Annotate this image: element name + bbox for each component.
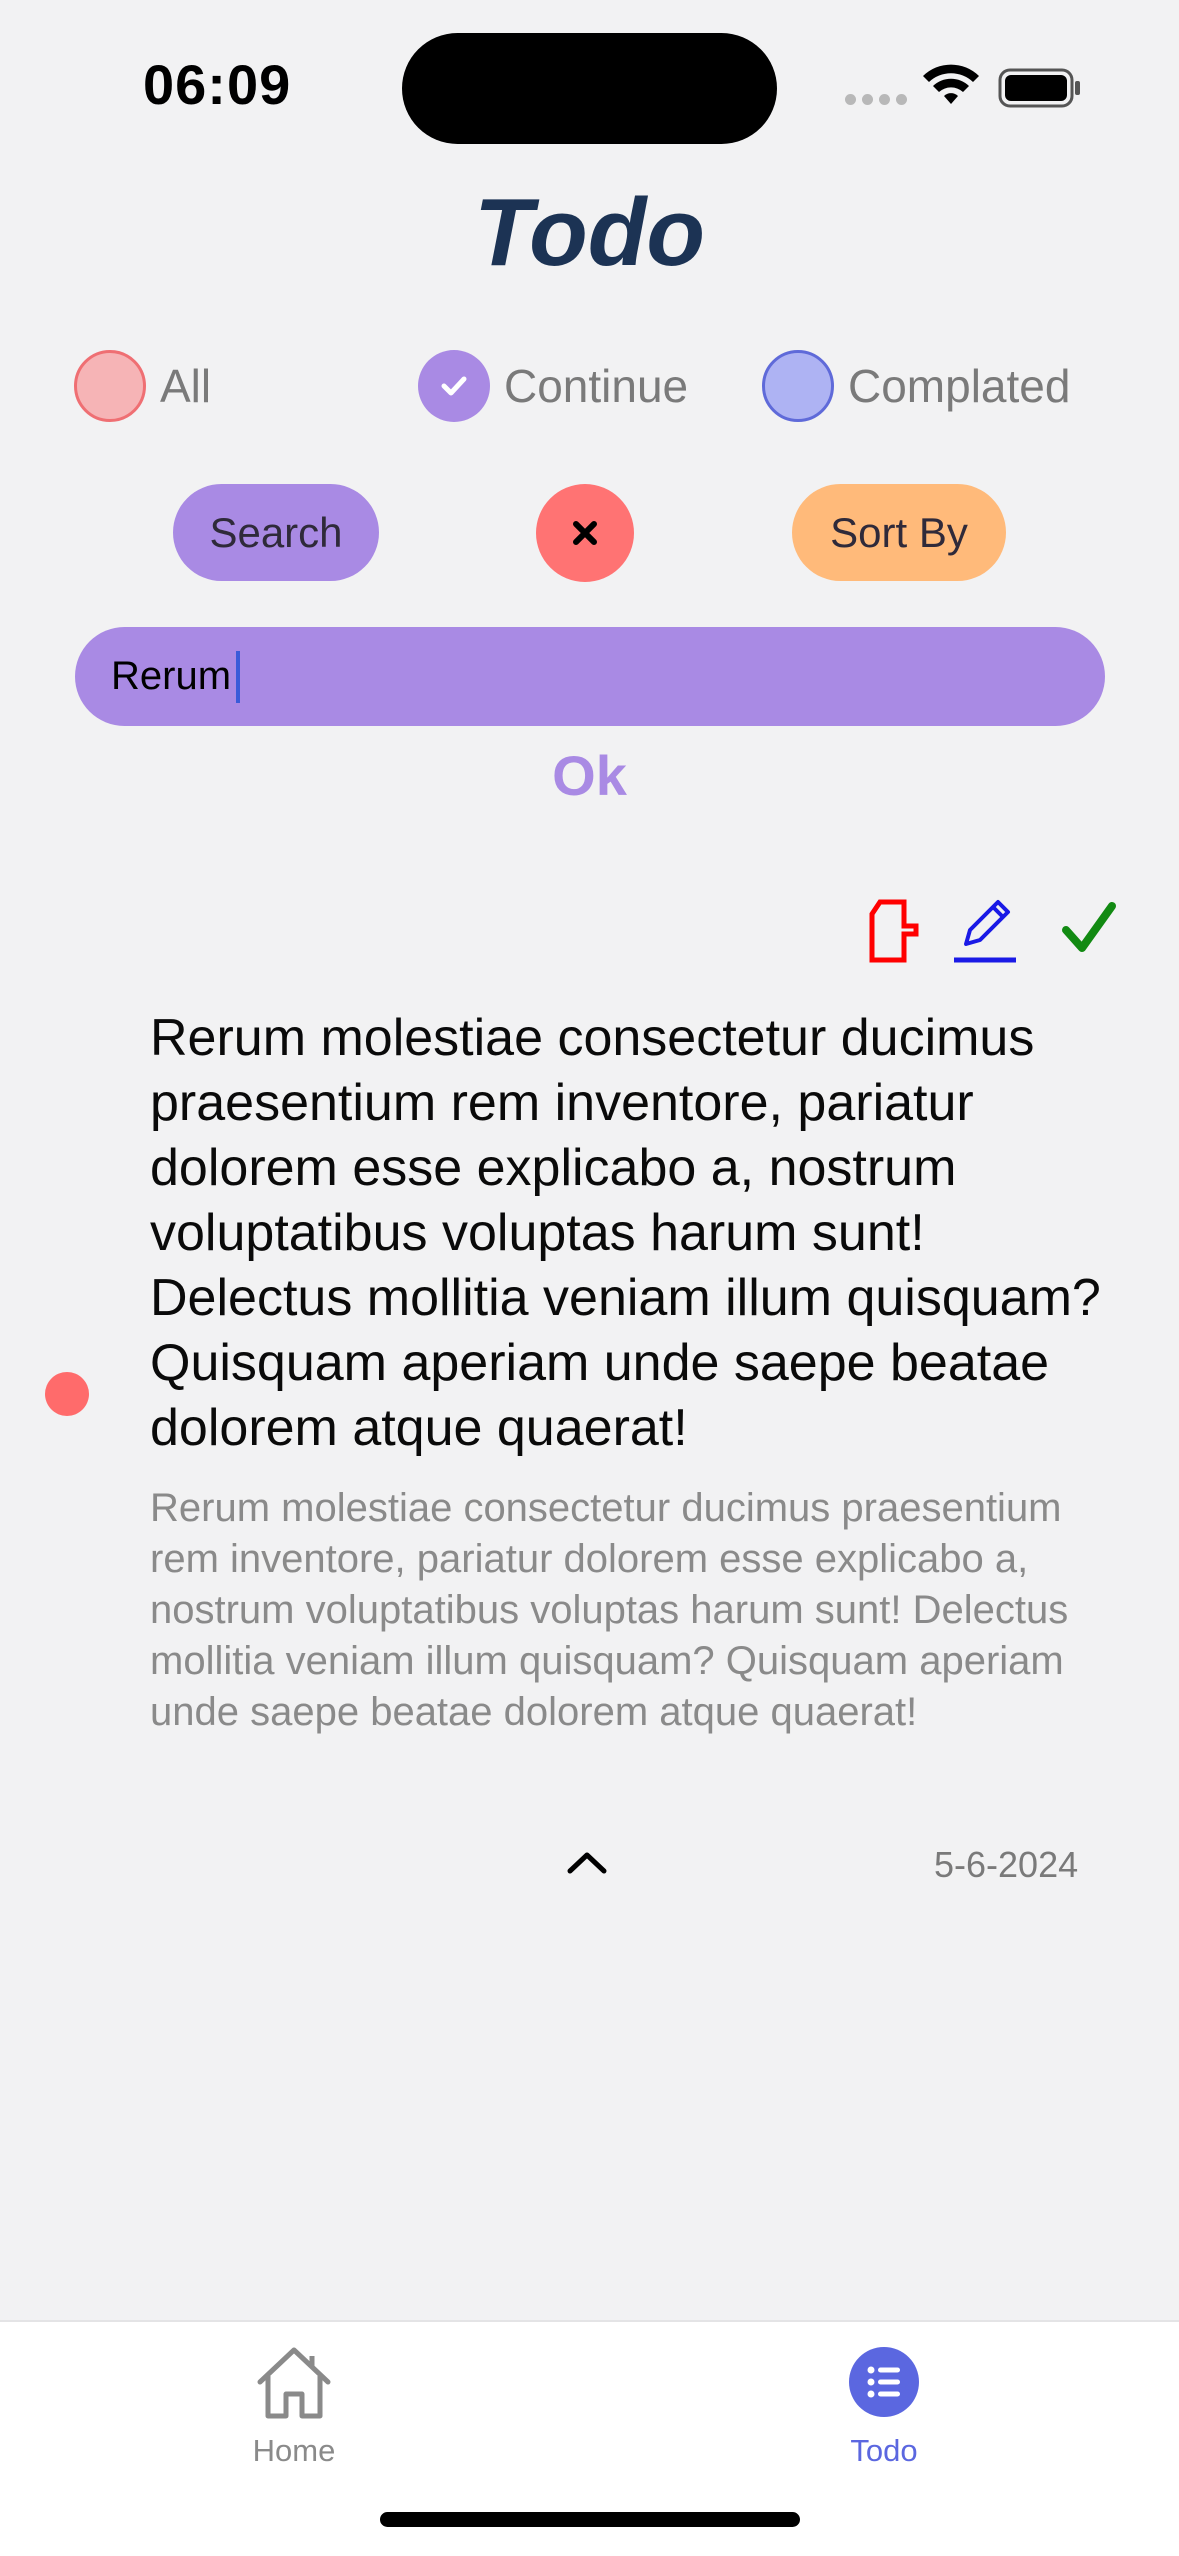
search-button[interactable]: Search xyxy=(173,484,379,581)
tab-home-label: Home xyxy=(252,2433,336,2468)
filter-completed[interactable]: Complated xyxy=(762,347,1070,425)
filter-completed-label: Complated xyxy=(848,360,1071,412)
todo-description: Rerum molestiae consectetur ducimus prae… xyxy=(150,1486,1069,1734)
filter-continue-label: Continue xyxy=(504,360,689,412)
todo-screen: 06:09 Todo All Continue Complated Search xyxy=(0,0,1179,2556)
ok-button[interactable]: Ok xyxy=(0,743,1179,808)
close-icon xyxy=(573,521,597,545)
clear-button[interactable] xyxy=(536,484,634,582)
delete-icon[interactable] xyxy=(866,898,920,964)
filter-all-label: All xyxy=(160,360,212,412)
page-title: Todo xyxy=(474,179,705,286)
home-icon xyxy=(257,2347,331,2419)
status-dot xyxy=(45,1372,89,1416)
filter-all[interactable]: All xyxy=(74,347,211,425)
home-indicator xyxy=(380,2512,800,2527)
status-time: 06:09 xyxy=(143,53,292,116)
edit-icon[interactable] xyxy=(952,896,1018,964)
chevron-up-icon[interactable] xyxy=(566,1849,608,1875)
list-icon xyxy=(849,2347,919,2417)
battery-icon xyxy=(998,68,1080,108)
todo-date: 5-6-2024 xyxy=(934,1844,1079,1885)
radio-continue[interactable] xyxy=(418,350,490,422)
dynamic-island xyxy=(402,33,777,144)
check-icon xyxy=(441,376,467,396)
text-caret xyxy=(236,651,240,703)
checkmark-icon[interactable] xyxy=(1060,900,1118,958)
filter-continue[interactable]: Continue xyxy=(418,347,688,425)
tab-todo[interactable]: Todo xyxy=(784,2342,984,2469)
sort-by-button[interactable]: Sort By xyxy=(792,484,1006,581)
tab-todo-label: Todo xyxy=(850,2433,918,2468)
radio-completed[interactable] xyxy=(762,350,834,422)
search-input[interactable] xyxy=(75,627,1105,726)
wifi-icon xyxy=(923,64,979,104)
cellular-signal-icon xyxy=(845,94,907,105)
todo-title: Rerum molestiae consectetur ducimus prae… xyxy=(150,1009,1101,1457)
radio-all[interactable] xyxy=(74,350,146,422)
tab-home[interactable]: Home xyxy=(194,2342,394,2469)
